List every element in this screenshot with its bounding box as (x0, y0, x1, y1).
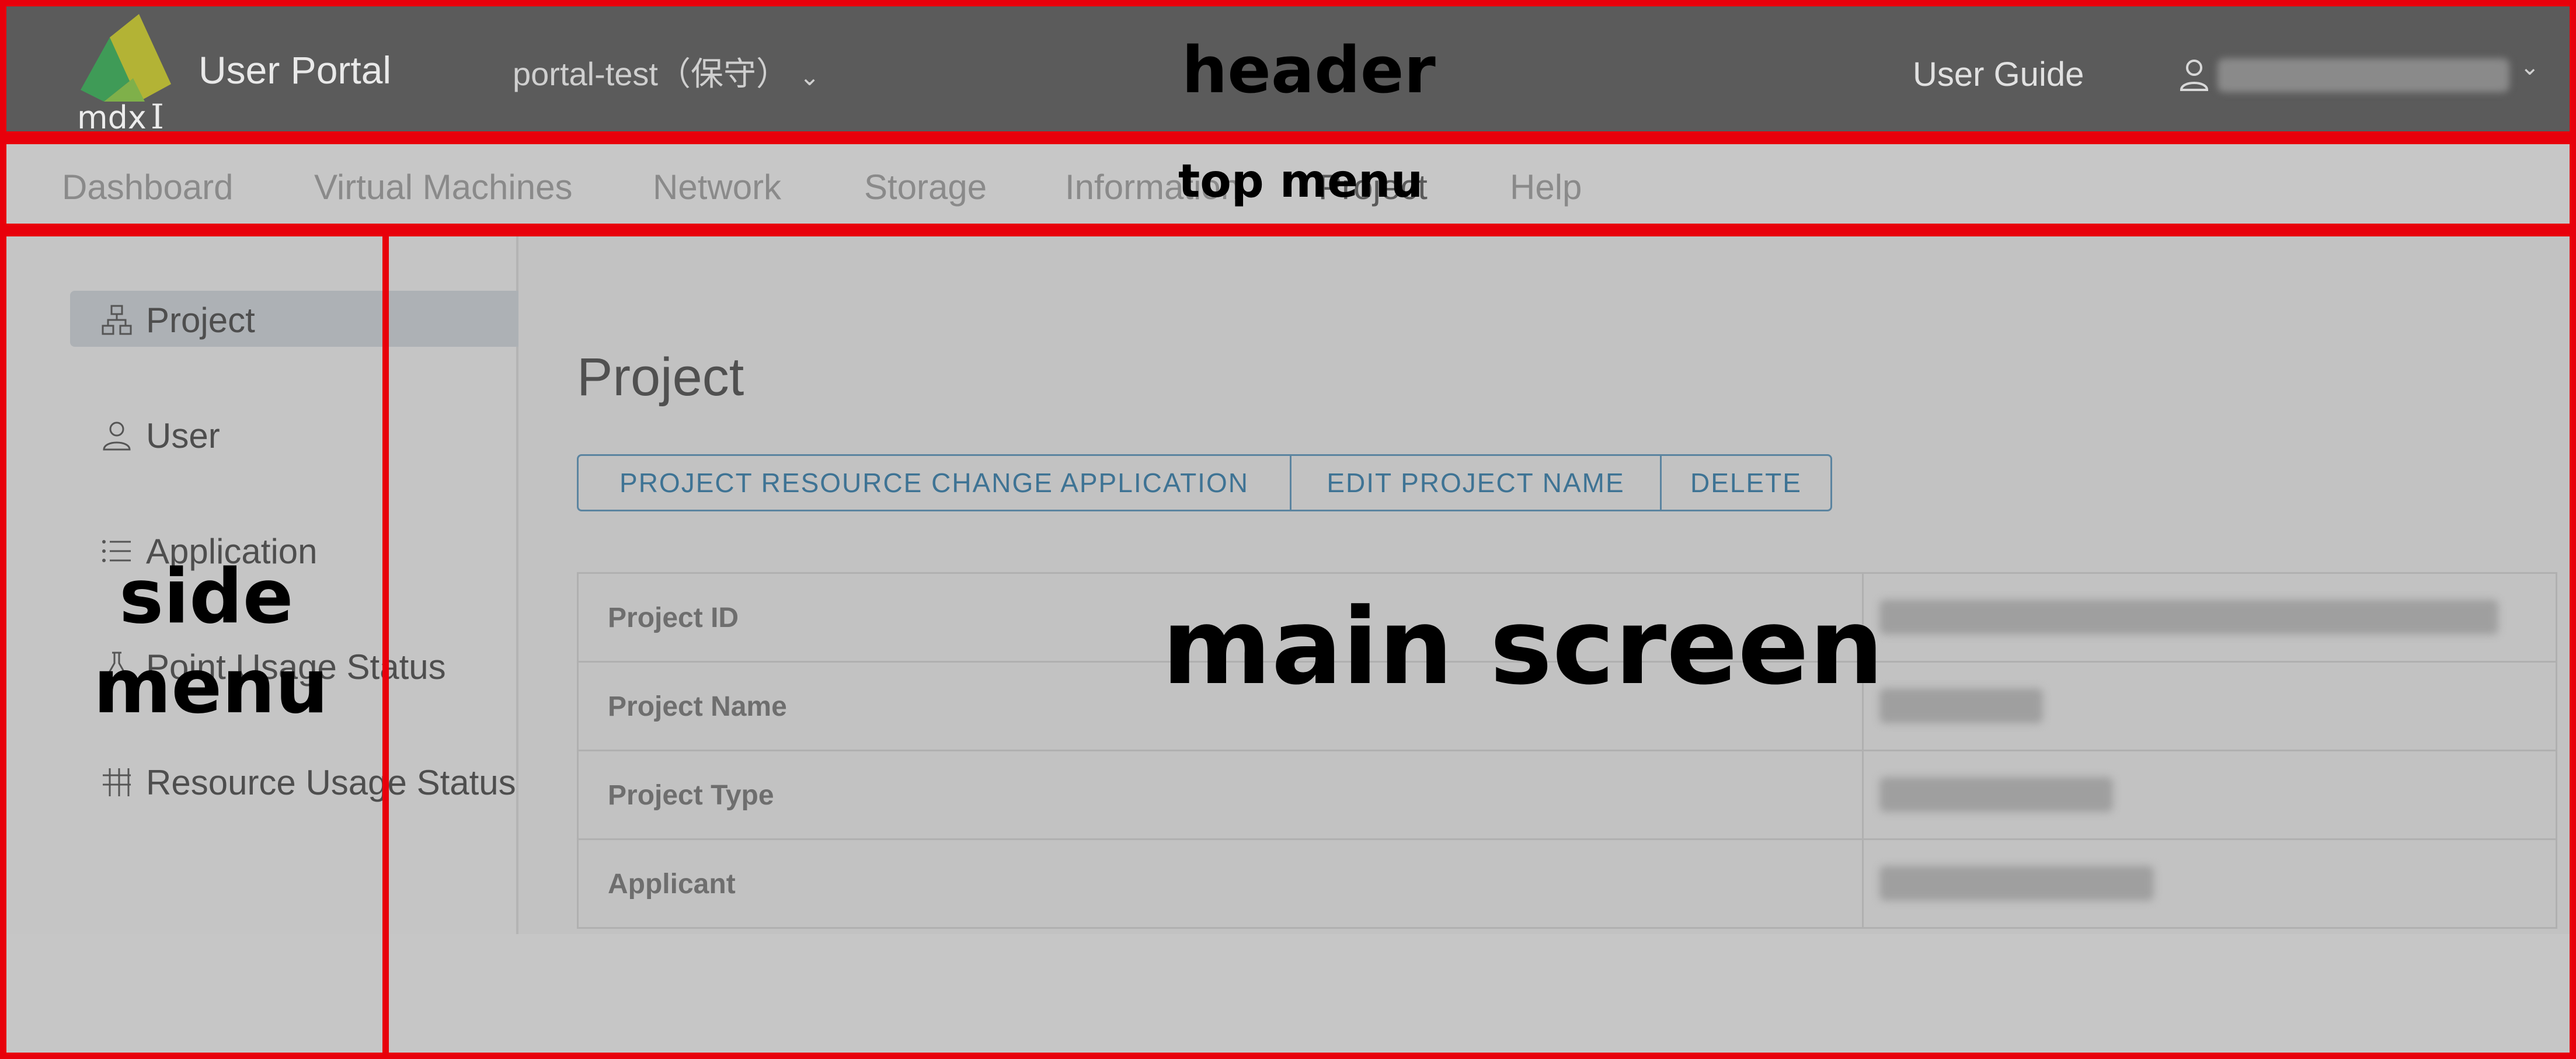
edit-project-name-button[interactable]: EDIT PROJECT NAME (1290, 456, 1660, 510)
row-value-redacted (1879, 777, 2113, 812)
app-title: User Portal (199, 48, 392, 92)
row-value-redacted (1879, 688, 2043, 723)
top-menu-network[interactable]: Network (653, 167, 781, 207)
action-button-group: PROJECT RESOURCE CHANGE APPLICATION EDIT… (577, 454, 1832, 511)
row-label: Applicant (608, 869, 736, 900)
row-value-redacted (1879, 866, 2154, 901)
main-screen-annotation-label: main screen (1162, 586, 1884, 708)
delete-button[interactable]: DELETE (1660, 456, 1830, 510)
top-menu-help[interactable]: Help (1510, 167, 1582, 207)
chevron-down-icon: ⌄ (799, 63, 820, 90)
side-menu-label: Resource Usage Status (146, 763, 516, 802)
chevron-down-icon: ⌄ (2520, 54, 2540, 80)
user-icon (103, 421, 131, 451)
side-menu-user[interactable]: User (70, 406, 518, 462)
side-menu-label: Project (146, 301, 255, 340)
row-label: Project Name (608, 691, 787, 722)
project-selector-label: portal-test（保守） (513, 55, 789, 92)
svg-text:I: I (151, 97, 164, 131)
top-menu-annotation-label: top menu (1178, 155, 1423, 208)
page-title: Project (577, 347, 744, 407)
project-selector[interactable]: portal-test（保守） ⌄ (513, 48, 820, 95)
side-menu-annotation-label-2: menu (93, 643, 329, 730)
table-row: Project Type (579, 751, 2556, 840)
svg-text:mdx: mdx (77, 99, 147, 131)
top-menu-virtual-machines[interactable]: Virtual Machines (314, 167, 572, 207)
top-menu-dashboard[interactable]: Dashboard (62, 167, 234, 207)
row-label: Project ID (608, 602, 739, 633)
row-label: Project Type (608, 780, 774, 811)
side-menu-annotation-label-1: side (119, 553, 294, 640)
row-value-redacted (1879, 600, 2498, 635)
hierarchy-icon (102, 305, 132, 335)
user-guide-link[interactable]: User Guide (1913, 55, 2084, 94)
side-menu-resource-usage-status[interactable]: Resource Usage Status (70, 753, 518, 809)
table-row: Applicant (579, 840, 2556, 929)
grid-icon (103, 768, 131, 796)
user-icon (2180, 60, 2209, 91)
bottom-area (0, 934, 2576, 1059)
user-name-redacted (2218, 58, 2509, 92)
top-menu-storage[interactable]: Storage (864, 167, 987, 207)
side-menu-project[interactable]: Project (70, 291, 518, 347)
side-menu-label: User (146, 416, 220, 455)
header-annotation-label: header (1182, 33, 1436, 107)
project-resource-change-application-button[interactable]: PROJECT RESOURCE CHANGE APPLICATION (579, 456, 1290, 510)
mdx-logo[interactable]: mdx I (69, 14, 186, 131)
user-menu[interactable]: ⌄ (2177, 54, 2550, 96)
